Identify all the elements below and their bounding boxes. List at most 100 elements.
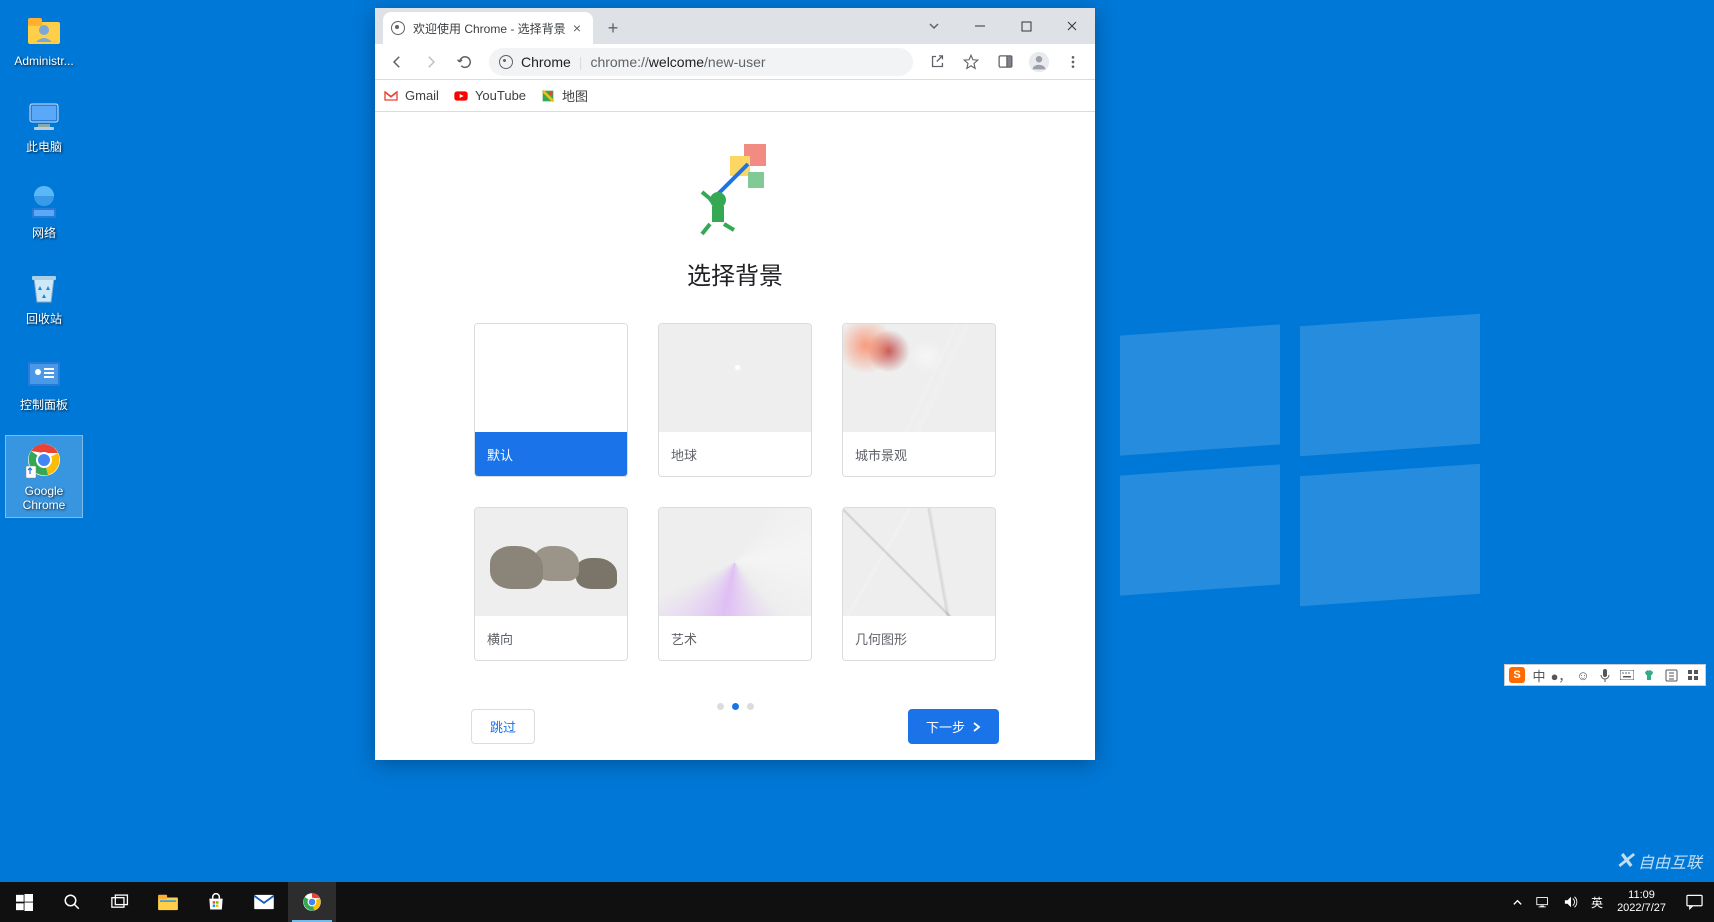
recycle-bin-icon [24,268,64,308]
ime-toolbar[interactable]: S 中 ●， ☺ [1504,664,1706,686]
taskbar: 英 11:09 2022/7/27 [0,882,1714,922]
page-footer: 跳过 下一步 [375,709,1095,744]
network-icon [24,182,64,222]
side-panel-button[interactable] [989,46,1021,78]
browser-tab[interactable]: 欢迎使用 Chrome - 选择背景 × [383,12,593,44]
watermark: ✕ 自由互联 [1616,848,1702,874]
bookmark-label: Gmail [405,88,439,103]
watermark-x-icon: ✕ [1616,848,1634,874]
bg-card-art[interactable]: 艺术 [658,507,812,661]
desktop-icon-network[interactable]: 网络 [6,178,82,244]
skip-button[interactable]: 跳过 [471,709,535,744]
bg-thumb-geometry [843,508,995,616]
bookmark-youtube[interactable]: YouTube [453,88,526,104]
next-button[interactable]: 下一步 [908,709,999,744]
control-panel-icon [24,354,64,394]
tab-search-button[interactable] [911,8,957,44]
desktop-icon-this-pc[interactable]: 此电脑 [6,92,82,158]
bg-card-default[interactable]: 默认 [474,323,628,477]
bg-thumb-landscape [475,508,627,616]
bg-thumb-default [475,324,627,432]
close-button[interactable] [1049,8,1095,44]
task-view-button[interactable] [96,882,144,922]
tab-strip: 欢迎使用 Chrome - 选择背景 × + [375,8,1095,44]
bg-card-geometry[interactable]: 几何图形 [842,507,996,661]
tray-date: 2022/7/27 [1617,902,1666,915]
reload-button[interactable] [449,46,481,78]
bookmark-label: 地图 [562,86,588,105]
minimize-button[interactable] [957,8,1003,44]
chrome-window: 欢迎使用 Chrome - 选择背景 × + Chrome | chrome:/… [375,8,1095,760]
bookmarks-bar: Gmail YouTube 地图 [375,80,1095,112]
taskbar-chrome[interactable] [288,882,336,922]
ime-lang[interactable]: 中 [1531,667,1547,683]
toolbar: Chrome | chrome://welcome/new-user [375,44,1095,80]
address-bar[interactable]: Chrome | chrome://welcome/new-user [489,48,913,76]
ime-skin-icon[interactable] [1641,667,1657,683]
maximize-button[interactable] [1003,8,1049,44]
bookmark-button[interactable] [955,46,987,78]
hero-illustration [690,138,780,238]
bg-card-earth[interactable]: 地球 [658,323,812,477]
profile-button[interactable] [1023,46,1055,78]
ime-tools-icon[interactable] [1663,667,1679,683]
youtube-icon [453,88,469,104]
forward-button[interactable] [415,46,447,78]
tray-network-icon[interactable] [1529,882,1557,922]
tray-notifications-button[interactable] [1674,894,1714,910]
tab-title: 欢迎使用 Chrome - 选择背景 [413,20,569,37]
omnibox-path-rest: /new-user [704,54,765,70]
bg-card-city[interactable]: 城市景观 [842,323,996,477]
background-grid: 默认 地球 城市景观 横向 艺术 几何图形 [375,323,1095,661]
chrome-icon [24,440,64,480]
desktop-icon-label: 网络 [32,226,56,240]
menu-button[interactable] [1057,46,1089,78]
tab-close-button[interactable]: × [569,20,585,36]
hero: 选择背景 [375,112,1095,291]
taskbar-mail[interactable] [240,882,288,922]
new-tab-button[interactable]: + [599,14,627,42]
ime-punct-icon[interactable]: ●， [1553,667,1569,683]
chrome-favicon-icon [391,21,405,35]
system-tray: 英 11:09 2022/7/27 [1506,882,1714,922]
desktop-icon-label: Google Chrome [23,484,66,513]
desktop-icon-administrator[interactable]: Administr... [6,6,82,72]
window-controls [911,8,1095,44]
desktop-icon-recycle-bin[interactable]: 回收站 [6,264,82,330]
omnibox-prefix: chrome:// [590,54,648,70]
desktop-icon-chrome[interactable]: Google Chrome [6,436,82,517]
desktop-icon-control-panel[interactable]: 控制面板 [6,350,82,416]
ime-menu-icon[interactable] [1685,667,1701,683]
windows-logo-bg [1120,320,1480,600]
desktop-icon-label: 此电脑 [26,140,62,154]
tray-overflow-button[interactable] [1506,882,1529,922]
maps-icon [540,88,556,104]
desktop-icon-label: 控制面板 [20,398,68,412]
tray-clock[interactable]: 11:09 2022/7/27 [1609,889,1674,915]
bg-thumb-art [659,508,811,616]
tray-volume-icon[interactable] [1557,882,1585,922]
bg-card-landscape[interactable]: 横向 [474,507,628,661]
back-button[interactable] [381,46,413,78]
bg-card-label: 城市景观 [843,432,995,476]
bg-card-label: 几何图形 [843,616,995,660]
search-button[interactable] [48,882,96,922]
tray-time: 11:09 [1628,889,1655,902]
tray-ime-lang[interactable]: 英 [1585,882,1609,922]
sogou-icon[interactable]: S [1509,667,1525,683]
taskbar-explorer[interactable] [144,882,192,922]
desktop-icon-label: 回收站 [26,312,62,326]
omnibox-host: Chrome [521,54,571,70]
bookmark-maps[interactable]: 地图 [540,86,588,105]
start-button[interactable] [0,882,48,922]
computer-icon [24,96,64,136]
site-info-icon[interactable] [499,55,513,69]
share-button[interactable] [921,46,953,78]
ime-keyboard-icon[interactable] [1619,667,1635,683]
taskbar-store[interactable] [192,882,240,922]
page-heading: 选择背景 [687,256,783,291]
bookmark-gmail[interactable]: Gmail [383,88,439,104]
ime-voice-icon[interactable] [1597,667,1613,683]
ime-emoji-icon[interactable]: ☺ [1575,667,1591,683]
user-folder-icon [24,10,64,50]
